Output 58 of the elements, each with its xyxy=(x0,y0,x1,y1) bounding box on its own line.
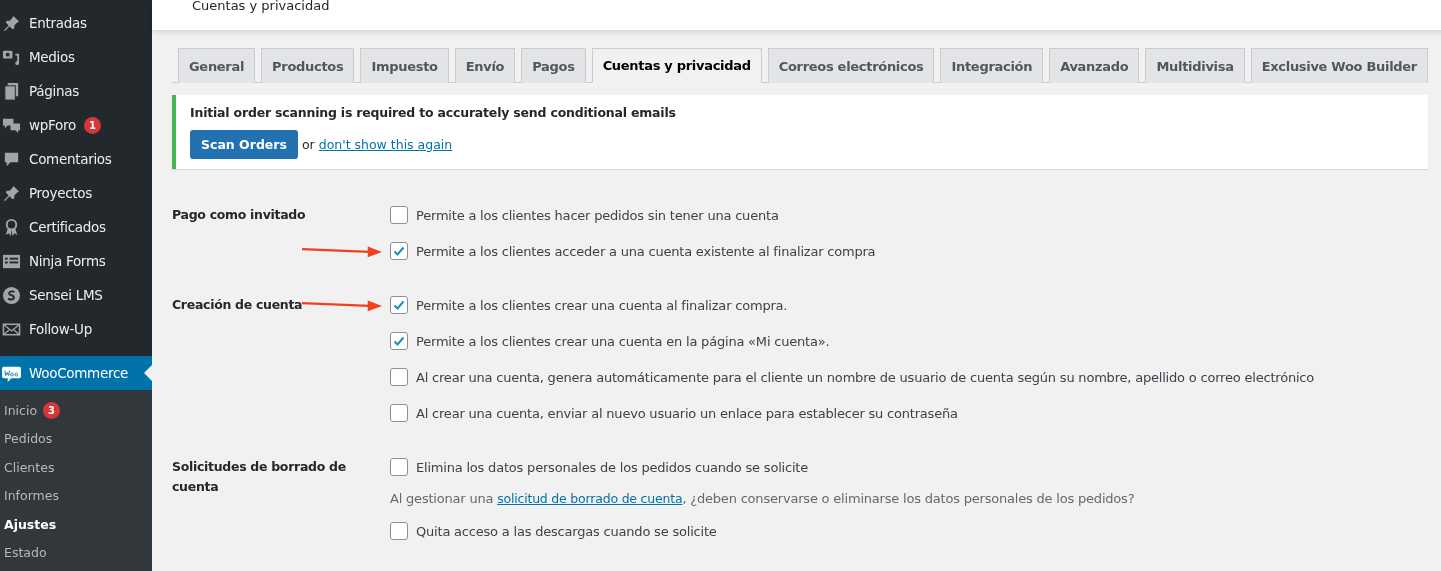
or-text: or xyxy=(301,137,315,152)
notice-message: Initial order scanning is required to accurately send conditional emails xyxy=(190,105,677,120)
pin-icon xyxy=(2,183,21,203)
menu-item[interactable]: Ninja Forms xyxy=(0,244,152,278)
checkbox[interactable] xyxy=(390,332,408,350)
menu-item[interactable]: Follow-Up xyxy=(0,312,152,346)
checkbox-option[interactable]: Permite a los clientes hacer pedidos sin tener una cuenta xyxy=(390,199,876,231)
scan-orders-button[interactable]: Scan Orders xyxy=(190,130,298,159)
submenu-item[interactable]: Ajustes xyxy=(0,510,152,539)
checkbox[interactable] xyxy=(390,522,408,540)
settings-tab[interactable]: Exclusive Woo Builder xyxy=(1250,48,1428,83)
checkbox-option[interactable]: Permite a los clientes crear una cuenta en la página «Mi cuenta». xyxy=(390,325,1315,357)
settings-tab[interactable]: Productos xyxy=(261,48,355,83)
menu-item[interactable]: Proyectos xyxy=(0,176,152,210)
settings-tab[interactable]: Multidivisa xyxy=(1145,48,1245,83)
checkbox[interactable] xyxy=(390,206,408,224)
menu-item[interactable]: Medios xyxy=(0,40,152,74)
pin-icon xyxy=(2,13,21,33)
checkbox-option[interactable]: Al crear una cuenta, enviar al nuevo usuario un enlace para establecer su contraseña xyxy=(390,397,1315,429)
checkbox[interactable] xyxy=(390,296,408,314)
settings-tab[interactable]: Envío xyxy=(454,48,516,83)
checkbox[interactable] xyxy=(390,404,408,422)
checkbox-option[interactable]: Permite a los clientes crear una cuenta al finalizar compra. xyxy=(390,289,1315,321)
menu-item[interactable]: Páginas xyxy=(0,74,152,108)
settings-tab[interactable]: General xyxy=(178,48,256,83)
menu-item[interactable]: WooCommerce xyxy=(0,356,152,390)
checkbox-option[interactable]: Permite a los clientes acceder a una cuenta existente al finalizar compra xyxy=(390,235,876,267)
checkbox-option[interactable]: Elimina los datos personales de los pedidos cuando se solicite xyxy=(390,451,1135,483)
settings-tab[interactable]: Avanzado xyxy=(1049,48,1140,83)
option-description: Al gestionar una solicitud de borrado de cuenta, ¿deben conservarse o eliminarse los datos personales de los pedidos? xyxy=(390,490,1135,508)
settings-tab[interactable]: Impuesto xyxy=(360,48,449,83)
setting-label: Solicitudes de borrado de cuenta xyxy=(172,458,347,496)
settings-tab[interactable]: Integración xyxy=(940,48,1044,83)
submenu-item[interactable]: Informes xyxy=(0,481,152,510)
menu-item[interactable]: Sensei LMS xyxy=(0,278,152,312)
checkbox[interactable] xyxy=(390,242,408,260)
count-badge: 1 xyxy=(83,116,101,134)
settings-tab[interactable]: Cuentas y privacidad xyxy=(591,48,762,83)
submenu-item[interactable]: Clientes xyxy=(0,453,152,482)
settings-tab[interactable]: Correos electrónicos xyxy=(767,48,935,83)
checkbox-option[interactable]: Quita acceso a las descargas cuando se solicite xyxy=(390,515,1135,547)
menu-item[interactable]: wpForo 1 xyxy=(0,108,152,142)
submenu-item[interactable]: Inicio 3 xyxy=(0,396,152,425)
dismiss-link[interactable]: don't show this again xyxy=(318,137,453,152)
setting-label: Pago como invitado xyxy=(172,206,307,224)
menu-item[interactable]: Entradas xyxy=(0,6,152,40)
menu-item[interactable]: Comentarios xyxy=(0,142,152,176)
submenu-item[interactable]: Pedidos xyxy=(0,424,152,453)
checkbox[interactable] xyxy=(390,368,408,386)
setting-label: Creación de cuenta xyxy=(172,296,304,314)
menu-item[interactable]: Certificados xyxy=(0,210,152,244)
checkbox[interactable] xyxy=(390,458,408,476)
erasure-request-link[interactable]: solicitud de borrado de cuenta xyxy=(497,491,683,506)
count-badge: 3 xyxy=(43,401,61,419)
page-title: Cuentas y privacidad xyxy=(192,0,330,12)
checkbox-option[interactable]: Al crear una cuenta, genera automáticamente para el cliente un nombre de usuario de cuenta según su nombre, apellido o correo electrónico xyxy=(390,361,1315,393)
submenu-item[interactable]: Estado xyxy=(0,538,152,567)
settings-tab[interactable]: Pagos xyxy=(521,48,586,83)
